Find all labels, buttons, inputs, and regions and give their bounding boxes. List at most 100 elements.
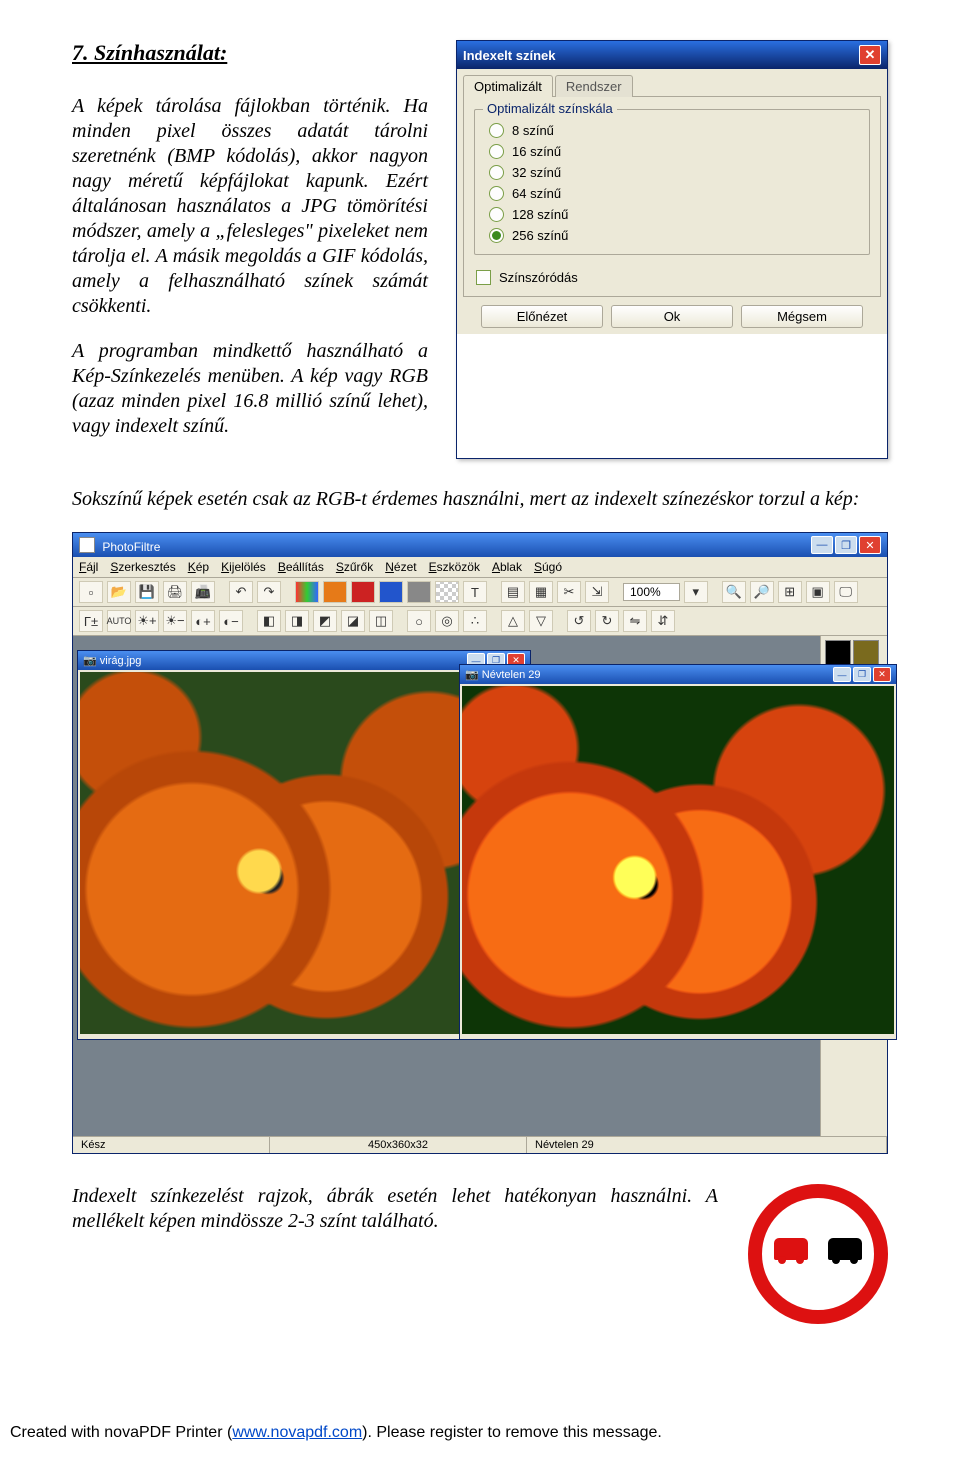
- blur-icon[interactable]: ○: [407, 610, 431, 632]
- resize-icon[interactable]: ⇲: [585, 581, 609, 603]
- palette-red-icon[interactable]: [351, 581, 375, 603]
- app-icon: [79, 537, 95, 553]
- tri-down-icon[interactable]: ▽: [529, 610, 553, 632]
- save-icon[interactable]: 💾: [135, 581, 159, 603]
- sepia-icon[interactable]: ◪: [341, 610, 365, 632]
- radio-icon[interactable]: [489, 207, 504, 222]
- ok-button[interactable]: Ok: [611, 305, 733, 328]
- maximize-icon[interactable]: ❐: [853, 667, 871, 682]
- background-swatch[interactable]: [853, 640, 879, 666]
- sat-icon[interactable]: ◨: [285, 610, 309, 632]
- zoom-in-icon[interactable]: 🔍: [722, 581, 746, 603]
- crop-icon[interactable]: ✂: [557, 581, 581, 603]
- radio-icon[interactable]: [489, 228, 504, 243]
- cancel-button[interactable]: Mégsem: [741, 305, 863, 328]
- preview-button[interactable]: Előnézet: [481, 305, 603, 328]
- para-1: A képek tárolása fájlokban történik. Ha …: [72, 94, 428, 319]
- menu-blak[interactable]: Ablak: [492, 560, 522, 574]
- checkbox-icon[interactable]: [476, 270, 491, 285]
- fullscreen-icon[interactable]: ▣: [806, 581, 830, 603]
- menu-ijelölés[interactable]: Kijelölés: [221, 560, 266, 574]
- radio-16-színű[interactable]: 16 színű: [487, 141, 857, 162]
- photofiltre-window: PhotoFiltre — ❐ ✕ Fájl Szerkesztés Kép Kije…: [72, 532, 888, 1154]
- fit-icon[interactable]: ⊞: [778, 581, 802, 603]
- gamma-auto-icon[interactable]: AUTO: [107, 610, 131, 632]
- tab-system[interactable]: Rendszer: [555, 75, 633, 97]
- radio-icon[interactable]: [489, 123, 504, 138]
- new-icon[interactable]: ▫: [79, 581, 103, 603]
- redo-icon[interactable]: ↷: [257, 581, 281, 603]
- foreground-swatch[interactable]: [825, 640, 851, 666]
- layers-icon[interactable]: ▤: [501, 581, 525, 603]
- rotate-right-icon[interactable]: ↻: [595, 610, 619, 632]
- noise-icon[interactable]: ∴: [463, 610, 487, 632]
- menu-zűrők[interactable]: Szűrők: [336, 560, 373, 574]
- hue-icon[interactable]: ◧: [257, 610, 281, 632]
- image2-title: 📷 Névtelen 29: [465, 668, 540, 681]
- sharpen-icon[interactable]: ◎: [435, 610, 459, 632]
- radio-label: 128 színű: [512, 207, 568, 222]
- radio-icon[interactable]: [489, 144, 504, 159]
- gray-icon[interactable]: ◩: [313, 610, 337, 632]
- ruler-icon[interactable]: ▦: [529, 581, 553, 603]
- undo-icon[interactable]: ↶: [229, 581, 253, 603]
- radio-8-színű[interactable]: 8 színű: [487, 120, 857, 141]
- close-icon[interactable]: ✕: [859, 45, 881, 65]
- radio-icon[interactable]: [489, 186, 504, 201]
- contrast-up-icon[interactable]: ◐+: [191, 610, 215, 632]
- radio-label: 16 színű: [512, 144, 561, 159]
- radio-256-színű[interactable]: 256 színű: [487, 225, 857, 246]
- close-icon[interactable]: ✕: [859, 536, 881, 554]
- radio-64-színű[interactable]: 64 színű: [487, 183, 857, 204]
- menu-ájl[interactable]: Fájl: [79, 560, 98, 574]
- invert-icon[interactable]: ◫: [369, 610, 393, 632]
- menu-eállítás[interactable]: Beállítás: [278, 560, 324, 574]
- radio-32-színű[interactable]: 32 színű: [487, 162, 857, 183]
- bright-up-icon[interactable]: ☀+: [135, 610, 159, 632]
- close-icon[interactable]: ✕: [873, 667, 891, 682]
- dither-checkbox-row[interactable]: Színszóródás: [474, 267, 870, 288]
- palette-gray-icon[interactable]: [407, 581, 431, 603]
- novapdf-link[interactable]: www.novapdf.com: [232, 1424, 362, 1441]
- monitor-icon[interactable]: 🖵: [834, 581, 858, 603]
- palette-blue-icon[interactable]: [379, 581, 403, 603]
- open-icon[interactable]: 📂: [107, 581, 131, 603]
- flip-h-icon[interactable]: ⇋: [623, 610, 647, 632]
- status-ready: Kész: [73, 1137, 270, 1153]
- tab-optimized[interactable]: Optimalizált: [463, 75, 553, 97]
- zoom-out-icon[interactable]: 🔎: [750, 581, 774, 603]
- radio-128-színű[interactable]: 128 színű: [487, 204, 857, 225]
- dialog-title: Indexelt színek: [463, 48, 555, 63]
- group-legend: Optimalizált színskála: [483, 101, 617, 116]
- radio-label: 8 színű: [512, 123, 554, 138]
- text-icon[interactable]: T: [463, 581, 487, 603]
- para-3: Sokszínű képek esetén csak az RGB-t érde…: [72, 487, 888, 512]
- rotate-left-icon[interactable]: ↺: [567, 610, 591, 632]
- radio-icon[interactable]: [489, 165, 504, 180]
- rgb-icon[interactable]: [295, 581, 319, 603]
- menu-zerkesztés[interactable]: Szerkesztés: [110, 560, 175, 574]
- gamma-up-icon[interactable]: Γ±: [79, 610, 103, 632]
- flower-image-indexed: [462, 686, 894, 1034]
- minimize-icon[interactable]: —: [811, 536, 833, 554]
- bright-down-icon[interactable]: ☀−: [163, 610, 187, 632]
- scan-icon[interactable]: 📠: [191, 581, 215, 603]
- palette-orange-icon[interactable]: [323, 581, 347, 603]
- minimize-icon[interactable]: —: [833, 667, 851, 682]
- maximize-icon[interactable]: ❐: [835, 536, 857, 554]
- app-title: PhotoFiltre: [79, 537, 160, 554]
- image-window-2[interactable]: 📷 Névtelen 29 —❐✕: [459, 664, 897, 1040]
- flip-v-icon[interactable]: ⇵: [651, 610, 675, 632]
- contrast-down-icon[interactable]: ◐−: [219, 610, 243, 632]
- menu-úgó[interactable]: Súgó: [534, 560, 562, 574]
- zoom-dropdown-icon[interactable]: ▾: [684, 581, 708, 603]
- transparency-icon[interactable]: [435, 581, 459, 603]
- radio-label: 256 színű: [512, 228, 568, 243]
- menu-ézet[interactable]: Nézet: [385, 560, 416, 574]
- zoom-select[interactable]: 100%: [623, 583, 680, 601]
- no-overtaking-sign: [748, 1184, 888, 1324]
- tri-up-icon[interactable]: △: [501, 610, 525, 632]
- menu-szközök[interactable]: Eszközök: [429, 560, 480, 574]
- menu-ép[interactable]: Kép: [188, 560, 209, 574]
- print-icon[interactable]: 🖨: [163, 581, 187, 603]
